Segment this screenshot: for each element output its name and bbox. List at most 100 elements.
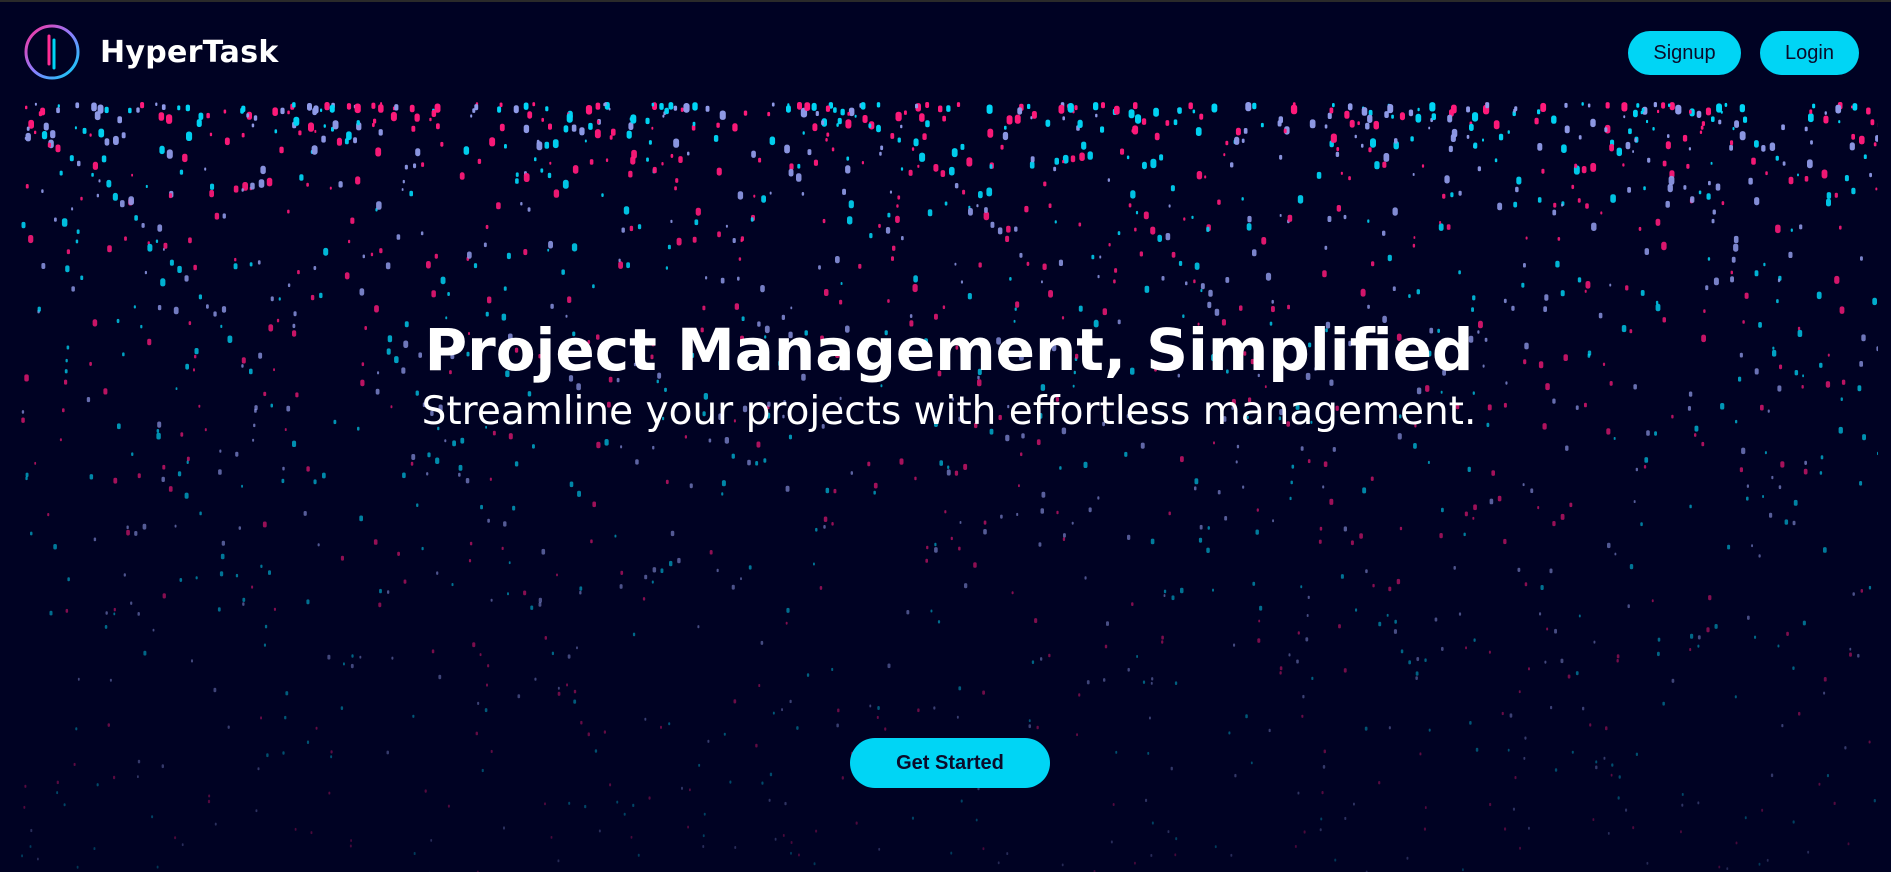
particle-dot bbox=[548, 123, 552, 130]
particle-dot bbox=[1839, 225, 1842, 230]
particle-dot bbox=[1818, 782, 1821, 786]
particle-dot bbox=[1320, 817, 1323, 821]
particle-dot bbox=[831, 667, 834, 671]
particle-dot bbox=[323, 124, 326, 128]
particle-dot bbox=[350, 217, 355, 224]
particle-dot bbox=[184, 492, 189, 499]
particle-dot bbox=[1230, 853, 1233, 857]
particle-dot bbox=[702, 305, 706, 311]
particle-dot bbox=[98, 128, 105, 138]
particle-dot bbox=[1686, 163, 1690, 169]
particle-dot bbox=[1362, 487, 1367, 494]
particle-dot bbox=[620, 570, 624, 575]
particle-dot bbox=[1076, 733, 1078, 737]
particle-dot bbox=[1153, 107, 1159, 117]
particle-dot bbox=[1296, 659, 1299, 664]
particle-dot bbox=[224, 137, 230, 146]
particle-dot bbox=[1245, 102, 1252, 112]
particle-dot bbox=[151, 815, 154, 819]
particle-dot bbox=[737, 276, 740, 281]
particle-dot bbox=[1776, 299, 1779, 304]
particle-dot bbox=[359, 515, 363, 522]
particle-dot bbox=[156, 865, 159, 869]
particle-dot bbox=[1143, 211, 1149, 220]
particle-dot bbox=[1041, 491, 1046, 498]
particle-dot bbox=[975, 818, 978, 822]
particle-dot bbox=[629, 225, 634, 232]
particle-dot bbox=[1552, 521, 1556, 527]
brand-name[interactable]: HyperTask bbox=[100, 34, 279, 72]
particle-dot bbox=[89, 133, 92, 137]
particle-dot bbox=[266, 753, 269, 758]
particle-dot bbox=[707, 739, 710, 743]
particle-dot bbox=[1367, 219, 1370, 223]
particle-dot bbox=[1764, 451, 1767, 455]
particle-dot bbox=[1646, 861, 1649, 865]
particle-dot bbox=[1154, 132, 1160, 141]
particle-dot bbox=[142, 523, 147, 530]
particle-dot bbox=[906, 610, 910, 615]
particle-dot bbox=[1780, 461, 1785, 468]
particle-dot bbox=[209, 132, 213, 137]
particle-dot bbox=[1607, 832, 1610, 835]
particle-dot bbox=[1417, 107, 1420, 112]
particle-dot bbox=[93, 537, 97, 542]
particle-dot bbox=[1849, 142, 1855, 151]
particle-dot bbox=[1618, 775, 1621, 779]
particle-dot bbox=[501, 546, 504, 550]
particle-dot bbox=[1161, 640, 1164, 644]
particle-dot bbox=[967, 293, 972, 300]
particle-dot bbox=[958, 546, 961, 551]
particle-dot bbox=[946, 105, 951, 112]
particle-dot bbox=[1781, 724, 1784, 728]
particle-dot bbox=[917, 708, 920, 713]
particle-dot bbox=[723, 732, 726, 736]
particle-dot bbox=[338, 181, 343, 188]
particle-dot bbox=[1518, 690, 1521, 694]
particle-dot bbox=[1667, 183, 1673, 193]
particle-dot bbox=[503, 286, 507, 291]
particle-dot bbox=[982, 690, 985, 695]
particle-dot bbox=[637, 224, 642, 230]
particle-dot bbox=[208, 794, 211, 798]
particle-dot bbox=[579, 590, 582, 595]
particle-dot bbox=[89, 474, 94, 480]
particle-dot bbox=[1271, 306, 1275, 313]
particle-dot bbox=[694, 219, 699, 226]
particle-dot bbox=[873, 482, 878, 489]
particle-dot bbox=[362, 254, 365, 259]
particle-dot bbox=[1321, 791, 1324, 795]
particle-dot bbox=[306, 182, 309, 187]
particle-dot bbox=[1485, 102, 1490, 109]
particle-dot bbox=[887, 299, 890, 303]
particle-dot bbox=[1816, 291, 1822, 300]
particle-dot bbox=[375, 147, 382, 157]
particle-dot bbox=[1297, 631, 1300, 635]
particle-dot bbox=[107, 723, 110, 727]
login-button[interactable]: Login bbox=[1760, 31, 1859, 75]
signup-button[interactable]: Signup bbox=[1628, 31, 1741, 75]
get-started-button[interactable]: Get Started bbox=[850, 738, 1050, 788]
particle-dot bbox=[1537, 143, 1543, 151]
particle-dot bbox=[80, 275, 84, 280]
particle-dot bbox=[997, 861, 1000, 865]
particle-dot bbox=[1528, 826, 1530, 830]
particle-dot bbox=[1268, 728, 1271, 733]
particle-dot bbox=[1054, 220, 1057, 224]
particle-dot bbox=[1819, 471, 1823, 475]
particle-dot bbox=[486, 683, 488, 687]
particle-dot bbox=[611, 128, 616, 136]
particle-dot bbox=[949, 166, 955, 176]
particle-dot bbox=[386, 750, 389, 755]
particle-dot bbox=[1701, 441, 1705, 447]
hypertask-logo-icon[interactable] bbox=[24, 24, 80, 80]
particle-dot bbox=[818, 265, 821, 270]
particle-dot bbox=[1638, 226, 1642, 231]
particle-dot bbox=[1534, 117, 1539, 125]
particle-dot bbox=[1327, 112, 1332, 119]
particle-dot bbox=[1792, 820, 1795, 824]
particle-dot bbox=[306, 740, 310, 744]
particle-dot bbox=[1504, 827, 1507, 831]
particle-dot bbox=[465, 478, 470, 484]
particle-dot bbox=[1097, 274, 1100, 279]
